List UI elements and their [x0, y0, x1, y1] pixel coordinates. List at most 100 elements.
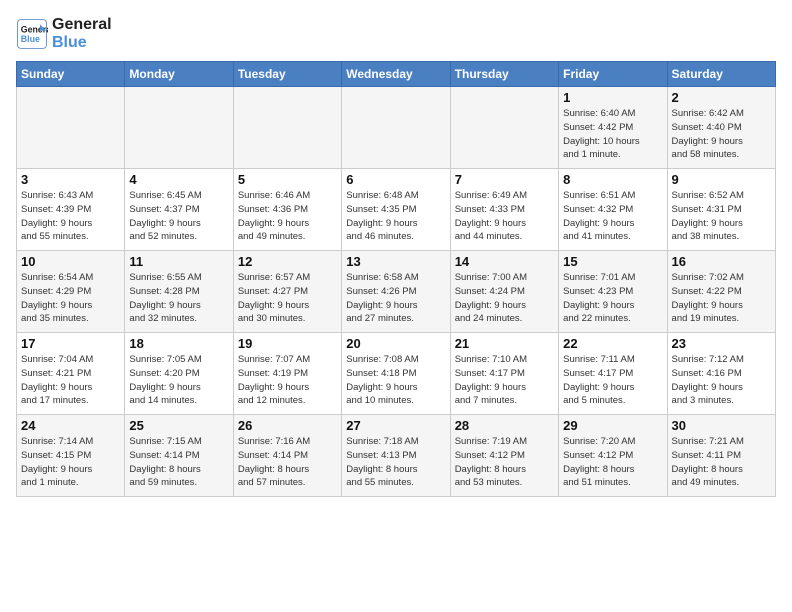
calendar-cell: 27Sunrise: 7:18 AM Sunset: 4:13 PM Dayli…: [342, 415, 450, 497]
day-number: 26: [238, 418, 337, 433]
day-info: Sunrise: 7:10 AM Sunset: 4:17 PM Dayligh…: [455, 353, 554, 408]
calendar-cell: 17 Sunrise: 7:04 AM Sunset: 4:21 PM Dayli…: [17, 333, 125, 415]
calendar-cell: 24 Sunrise: 7:14 AM Sunset: 4:15 PM Dayli…: [17, 415, 125, 497]
week-row-3: 17 Sunrise: 7:04 AM Sunset: 4:21 PM Dayli…: [17, 333, 776, 415]
day-number: 16: [672, 254, 771, 269]
logo-icon: General Blue: [16, 18, 48, 50]
week-row-0: 1 Sunrise: 6:40 AM Sunset: 4:42 PM Daylig…: [17, 87, 776, 169]
day-number: 30: [672, 418, 771, 433]
day-number: 2: [672, 90, 771, 105]
day-info: Sunrise: 7:07 AM Sunset: 4:19 PM Dayligh…: [238, 353, 337, 408]
day-number: 7: [455, 172, 554, 187]
weekday-header-wednesday: Wednesday: [342, 62, 450, 87]
day-info: Sunrise: 7:19 AM Sunset: 4:12 PM Dayligh…: [455, 435, 554, 490]
day-info: Sunrise: 7:00 AM Sunset: 4:24 PM Dayligh…: [455, 271, 554, 326]
weekday-header-thursday: Thursday: [450, 62, 558, 87]
calendar-cell: 1 Sunrise: 6:40 AM Sunset: 4:42 PM Daylig…: [559, 87, 667, 169]
day-number: 18: [129, 336, 228, 351]
calendar-cell: 7 Sunrise: 6:49 AM Sunset: 4:33 PM Daylig…: [450, 169, 558, 251]
calendar-cell: 28 Sunrise: 7:19 AM Sunset: 4:12 PM Dayli…: [450, 415, 558, 497]
day-number: 8: [563, 172, 662, 187]
day-info: Sunrise: 6:42 AM Sunset: 4:40 PM Dayligh…: [672, 107, 771, 162]
week-row-2: 10 Sunrise: 6:54 AM Sunset: 4:29 PM Dayli…: [17, 251, 776, 333]
weekday-header-saturday: Saturday: [667, 62, 775, 87]
day-number: 19: [238, 336, 337, 351]
day-info: Sunrise: 6:55 AM Sunset: 4:28 PM Dayligh…: [129, 271, 228, 326]
calendar-cell: [17, 87, 125, 169]
day-number: 6: [346, 172, 445, 187]
day-number: 14: [455, 254, 554, 269]
calendar-cell: 30Sunrise: 7:21 AM Sunset: 4:11 PM Dayli…: [667, 415, 775, 497]
calendar-cell: [125, 87, 233, 169]
week-row-4: 24 Sunrise: 7:14 AM Sunset: 4:15 PM Dayli…: [17, 415, 776, 497]
calendar-cell: [342, 87, 450, 169]
calendar-header: SundayMondayTuesdayWednesdayThursdayFrid…: [17, 62, 776, 87]
day-number: 20: [346, 336, 445, 351]
logo: General Blue General Blue: [16, 16, 112, 51]
weekday-header-sunday: Sunday: [17, 62, 125, 87]
day-number: 22: [563, 336, 662, 351]
calendar-cell: 8 Sunrise: 6:51 AM Sunset: 4:32 PM Daylig…: [559, 169, 667, 251]
logo-line1: General: [52, 16, 112, 34]
calendar-cell: 10 Sunrise: 6:54 AM Sunset: 4:29 PM Dayli…: [17, 251, 125, 333]
calendar-cell: 22 Sunrise: 7:11 AM Sunset: 4:17 PM Dayli…: [559, 333, 667, 415]
day-info: Sunrise: 6:58 AM Sunset: 4:26 PM Dayligh…: [346, 271, 445, 326]
calendar-cell: 18 Sunrise: 7:05 AM Sunset: 4:20 PM Dayli…: [125, 333, 233, 415]
calendar-cell: 9Sunrise: 6:52 AM Sunset: 4:31 PM Daylig…: [667, 169, 775, 251]
calendar-cell: 26 Sunrise: 7:16 AM Sunset: 4:14 PM Dayli…: [233, 415, 341, 497]
calendar-cell: 16Sunrise: 7:02 AM Sunset: 4:22 PM Dayli…: [667, 251, 775, 333]
calendar-cell: 23 Sunrise: 7:12 AM Sunset: 4:16 PM Dayli…: [667, 333, 775, 415]
day-number: 1: [563, 90, 662, 105]
day-number: 23: [672, 336, 771, 351]
day-number: 21: [455, 336, 554, 351]
day-number: 25: [129, 418, 228, 433]
day-info: Sunrise: 7:14 AM Sunset: 4:15 PM Dayligh…: [21, 435, 120, 490]
day-info: Sunrise: 6:40 AM Sunset: 4:42 PM Dayligh…: [563, 107, 662, 162]
day-info: Sunrise: 6:54 AM Sunset: 4:29 PM Dayligh…: [21, 271, 120, 326]
weekday-header-tuesday: Tuesday: [233, 62, 341, 87]
day-number: 17: [21, 336, 120, 351]
svg-text:Blue: Blue: [21, 34, 40, 44]
day-number: 12: [238, 254, 337, 269]
calendar-cell: 3 Sunrise: 6:43 AM Sunset: 4:39 PM Daylig…: [17, 169, 125, 251]
day-number: 5: [238, 172, 337, 187]
day-info: Sunrise: 6:49 AM Sunset: 4:33 PM Dayligh…: [455, 189, 554, 244]
day-number: 24: [21, 418, 120, 433]
day-info: Sunrise: 6:43 AM Sunset: 4:39 PM Dayligh…: [21, 189, 120, 244]
day-info: Sunrise: 7:15 AM Sunset: 4:14 PM Dayligh…: [129, 435, 228, 490]
day-info: Sunrise: 6:46 AM Sunset: 4:36 PM Dayligh…: [238, 189, 337, 244]
calendar-cell: 2 Sunrise: 6:42 AM Sunset: 4:40 PM Daylig…: [667, 87, 775, 169]
calendar-cell: 6 Sunrise: 6:48 AM Sunset: 4:35 PM Daylig…: [342, 169, 450, 251]
calendar-cell: 20Sunrise: 7:08 AM Sunset: 4:18 PM Dayli…: [342, 333, 450, 415]
day-info: Sunrise: 6:48 AM Sunset: 4:35 PM Dayligh…: [346, 189, 445, 244]
day-info: Sunrise: 7:11 AM Sunset: 4:17 PM Dayligh…: [563, 353, 662, 408]
day-info: Sunrise: 6:45 AM Sunset: 4:37 PM Dayligh…: [129, 189, 228, 244]
day-info: Sunrise: 7:04 AM Sunset: 4:21 PM Dayligh…: [21, 353, 120, 408]
calendar-cell: 15Sunrise: 7:01 AM Sunset: 4:23 PM Dayli…: [559, 251, 667, 333]
calendar-cell: 12Sunrise: 6:57 AM Sunset: 4:27 PM Dayli…: [233, 251, 341, 333]
logo-line2: Blue: [52, 34, 112, 52]
day-number: 28: [455, 418, 554, 433]
day-number: 15: [563, 254, 662, 269]
day-number: 29: [563, 418, 662, 433]
day-info: Sunrise: 6:51 AM Sunset: 4:32 PM Dayligh…: [563, 189, 662, 244]
calendar-cell: 4Sunrise: 6:45 AM Sunset: 4:37 PM Daylig…: [125, 169, 233, 251]
day-info: Sunrise: 7:20 AM Sunset: 4:12 PM Dayligh…: [563, 435, 662, 490]
day-number: 9: [672, 172, 771, 187]
day-number: 3: [21, 172, 120, 187]
weekday-header-monday: Monday: [125, 62, 233, 87]
calendar-cell: 29 Sunrise: 7:20 AM Sunset: 4:12 PM Dayli…: [559, 415, 667, 497]
weekday-header-friday: Friday: [559, 62, 667, 87]
day-info: Sunrise: 7:12 AM Sunset: 4:16 PM Dayligh…: [672, 353, 771, 408]
calendar-cell: 13Sunrise: 6:58 AM Sunset: 4:26 PM Dayli…: [342, 251, 450, 333]
day-info: Sunrise: 7:18 AM Sunset: 4:13 PM Dayligh…: [346, 435, 445, 490]
week-row-1: 3 Sunrise: 6:43 AM Sunset: 4:39 PM Daylig…: [17, 169, 776, 251]
calendar-body: 1 Sunrise: 6:40 AM Sunset: 4:42 PM Daylig…: [17, 87, 776, 497]
weekday-row: SundayMondayTuesdayWednesdayThursdayFrid…: [17, 62, 776, 87]
day-info: Sunrise: 7:16 AM Sunset: 4:14 PM Dayligh…: [238, 435, 337, 490]
day-number: 10: [21, 254, 120, 269]
calendar-cell: [233, 87, 341, 169]
calendar-cell: [450, 87, 558, 169]
calendar-cell: 14 Sunrise: 7:00 AM Sunset: 4:24 PM Dayli…: [450, 251, 558, 333]
day-info: Sunrise: 7:05 AM Sunset: 4:20 PM Dayligh…: [129, 353, 228, 408]
